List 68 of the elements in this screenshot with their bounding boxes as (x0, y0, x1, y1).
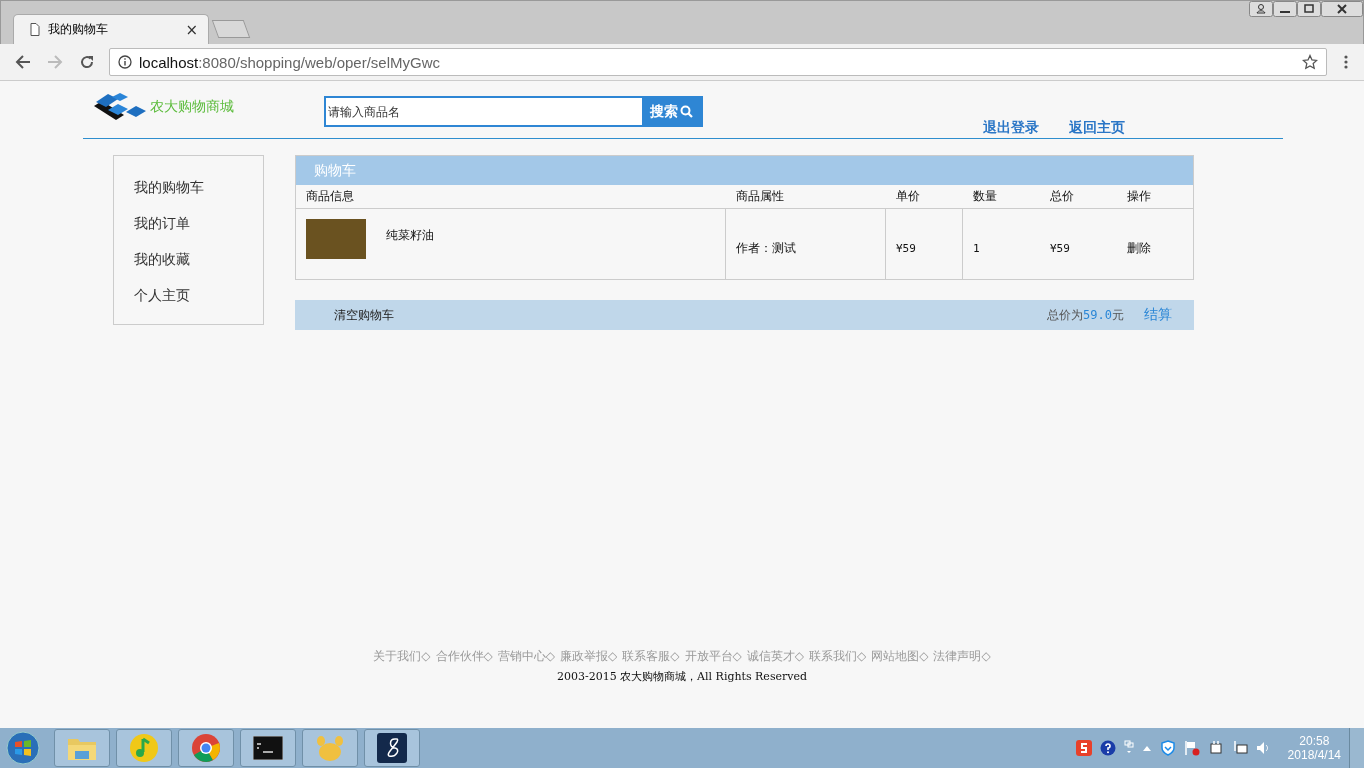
taskbar-button[interactable] (364, 729, 420, 767)
footer-link[interactable]: 诚信英才◇ (746, 648, 804, 665)
footer-link[interactable]: 合作伙伴◇ (435, 648, 493, 665)
taskbar-button[interactable] (240, 729, 296, 767)
music-note-icon (129, 733, 159, 763)
footer-link[interactable]: 法律声明◇ (933, 648, 991, 665)
table-cell: 作者：测试 (736, 239, 796, 257)
footer-link[interactable]: 网站地图◇ (871, 648, 929, 665)
start-button[interactable] (6, 731, 40, 765)
footer-link[interactable]: 联系我们◇ (808, 648, 867, 665)
info-icon (118, 55, 132, 69)
sidebar-item[interactable]: 个人主页 (114, 287, 263, 323)
clock-date: 2018/4/14 (1287, 748, 1341, 762)
search-icon (680, 105, 693, 118)
flag-icon[interactable] (1183, 740, 1200, 756)
close-icon[interactable] (1321, 1, 1363, 17)
footer-link[interactable]: 关于我们◇ (373, 648, 431, 665)
column-header: 商品信息 (305, 188, 355, 205)
total-price: 总价为59.0元 (1047, 306, 1124, 324)
menu-icon[interactable] (1343, 54, 1349, 70)
table-cell: 1 (973, 241, 980, 255)
help-icon[interactable] (1099, 740, 1116, 756)
column-header: 操作 (1126, 188, 1152, 205)
address-field[interactable]: localhost:8080/shopping/web/oper/selMyGwc (109, 48, 1327, 76)
column-header: 总价 (1049, 188, 1075, 205)
script-icon (377, 733, 407, 763)
checkout-link[interactable]: 结算 (1144, 306, 1172, 324)
copyright-text: 2003-2015 农大购物商城，All Rights Reserved (556, 669, 808, 684)
photo-placeholder (306, 219, 366, 259)
footer-link[interactable]: 开放平台◇ (684, 648, 742, 665)
product-name: 纯菜籽油 (386, 227, 434, 244)
search-button[interactable]: 搜索 (642, 96, 703, 127)
column-header: 数量 (972, 188, 998, 205)
cart-title: 购物车 (296, 156, 1193, 185)
reload-icon[interactable] (79, 54, 95, 70)
page-icon (30, 23, 40, 36)
browser-icon (191, 733, 221, 763)
shield-icon[interactable] (1159, 740, 1176, 756)
footer-link[interactable]: 营销中心◇ (497, 648, 556, 665)
logo-icon (92, 92, 148, 122)
clock-time: 20:58 (1299, 734, 1330, 748)
minimize-icon[interactable] (1273, 1, 1297, 17)
search-field[interactable]: 请输入商品名 (324, 96, 642, 127)
header-link[interactable]: 退出登录 (983, 119, 1039, 137)
footer-link[interactable]: 廉政举报◇ (560, 648, 618, 665)
back-icon[interactable] (15, 54, 31, 70)
terminal-icon (253, 736, 283, 760)
footer-link[interactable]: 联系客服◇ (622, 648, 680, 665)
star-icon[interactable] (1302, 54, 1318, 70)
delete-link[interactable]: 删除 (1127, 239, 1151, 257)
browser-tab[interactable]: 我的购物车 × (13, 14, 209, 44)
table-cell: ¥59 (896, 241, 916, 255)
user-icon[interactable] (1249, 1, 1273, 17)
sidebar-item[interactable]: 我的收藏 (114, 251, 263, 287)
table-cell: ¥59 (1050, 241, 1070, 255)
logo-text: 农大购物商城 (150, 98, 234, 116)
sidebar-item[interactable]: 我的购物车 (114, 179, 263, 215)
header-link[interactable]: 返回主页 (1069, 119, 1125, 137)
paw-icon (315, 734, 345, 762)
input-method-icon[interactable] (1075, 740, 1092, 756)
sidebar-item[interactable]: 我的订单 (114, 215, 263, 251)
column-header: 单价 (895, 188, 921, 205)
maximize-icon[interactable] (1297, 1, 1321, 17)
column-header: 商品属性 (735, 188, 785, 205)
tab-title: 我的购物车 (48, 21, 109, 38)
power-plug-icon[interactable] (1207, 740, 1224, 756)
close-tab-button[interactable]: × (185, 20, 198, 39)
clear-cart-link[interactable]: 清空购物车 (334, 306, 1048, 324)
